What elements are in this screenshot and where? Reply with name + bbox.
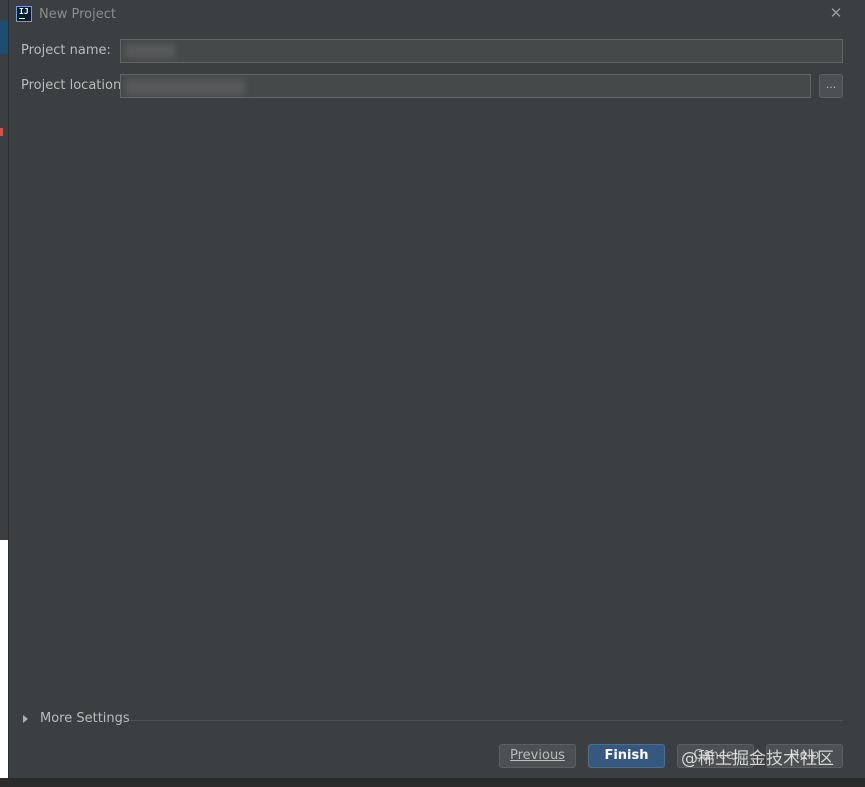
- project-name-redaction: [125, 44, 175, 58]
- app-logo-underline: [19, 18, 25, 19]
- background-window-marker: [0, 128, 3, 136]
- app-logo-text: IJ: [19, 7, 29, 16]
- more-settings-divider: [129, 720, 843, 721]
- background-window-header: [0, 20, 8, 54]
- triangle-right-icon[interactable]: [23, 714, 28, 723]
- browse-button[interactable]: ...: [819, 74, 843, 98]
- project-location-redaction: [125, 79, 245, 95]
- desktop: IJ New Project ✕ Project name: Project l…: [0, 0, 865, 787]
- dialog-title: New Project: [39, 7, 116, 22]
- project-name-label: Project name:: [21, 43, 111, 58]
- project-name-field[interactable]: [120, 39, 843, 63]
- background-window-lower: [0, 540, 8, 787]
- background-window: [0, 0, 8, 540]
- project-location-label: Project location:: [21, 78, 126, 93]
- taskbar-strip: [0, 778, 865, 787]
- previous-button[interactable]: Previous: [499, 744, 576, 768]
- more-settings-toggle[interactable]: More Settings: [23, 711, 130, 726]
- dialog-titlebar: IJ New Project ✕: [9, 0, 865, 30]
- help-button[interactable]: Help: [766, 744, 843, 768]
- close-icon[interactable]: ✕: [827, 4, 845, 22]
- new-project-dialog: IJ New Project ✕ Project name: Project l…: [8, 0, 865, 778]
- finish-button[interactable]: Finish: [588, 744, 665, 768]
- more-settings-label[interactable]: More Settings: [40, 711, 130, 726]
- cancel-button[interactable]: Cancel: [677, 744, 754, 768]
- intellij-logo-icon: IJ: [16, 6, 32, 22]
